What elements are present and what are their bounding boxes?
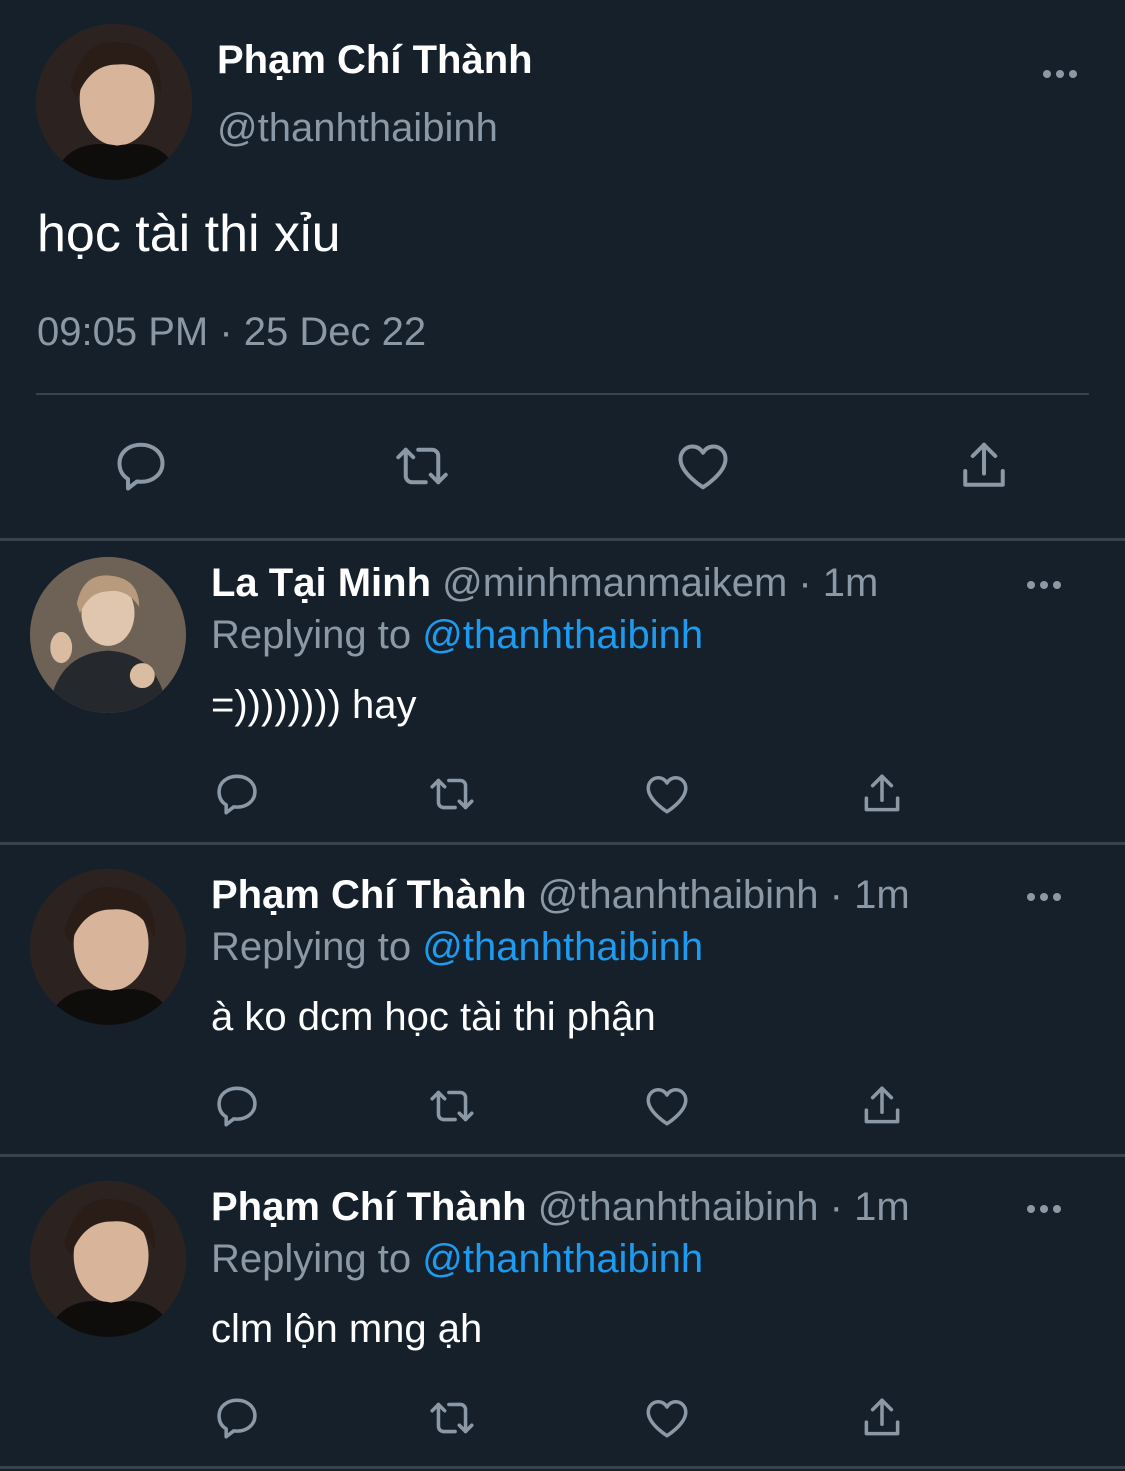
author-handle-time[interactable]: @minhmanmaikem · 1m <box>442 561 878 605</box>
tweet-text: clm lộn mng ạh <box>211 1307 483 1351</box>
reply-icon[interactable] <box>212 1393 262 1443</box>
like-icon[interactable] <box>642 769 692 819</box>
replying-to-label: Replying to <box>211 925 412 969</box>
reply-icon[interactable] <box>212 1081 262 1131</box>
more-options-icon[interactable] <box>1027 581 1061 589</box>
author-avatar[interactable] <box>36 24 192 180</box>
reply-icon[interactable] <box>212 769 262 819</box>
author-name[interactable]: Phạm Chí Thành <box>211 1185 527 1229</box>
author-avatar[interactable] <box>30 1181 186 1337</box>
reply-header: Phạm Chí Thành @thanhthaibinh · 1m <box>211 873 910 918</box>
divider <box>0 1466 1125 1469</box>
author-avatar[interactable] <box>30 869 186 1025</box>
divider <box>0 1154 1125 1157</box>
tweet-timestamp[interactable]: 09:05 PM · 25 Dec 22 <box>37 310 426 355</box>
reply-header: Phạm Chí Thành @thanhthaibinh · 1m <box>211 1185 910 1230</box>
retweet-icon[interactable] <box>427 1393 477 1443</box>
share-icon[interactable] <box>857 1393 907 1443</box>
tweet-text: học tài thi xỉu <box>37 205 341 263</box>
author-handle-time[interactable]: @thanhthaibinh · 1m <box>538 1185 910 1229</box>
profile-photo-icon <box>36 24 192 180</box>
divider <box>0 842 1125 845</box>
replying-to: Replying to @thanhthaibinh <box>211 613 703 658</box>
reply-tweet[interactable]: Phạm Chí Thành @thanhthaibinh · 1m Reply… <box>0 853 1125 1159</box>
reply-icon[interactable] <box>111 436 171 496</box>
author-avatar[interactable] <box>30 557 186 713</box>
more-options-icon[interactable] <box>1027 893 1061 901</box>
more-options-icon[interactable] <box>1043 70 1077 78</box>
author-name[interactable]: La Tại Minh <box>211 561 431 605</box>
share-icon[interactable] <box>857 1081 907 1131</box>
replying-to-mention[interactable]: @thanhthaibinh <box>422 1237 703 1281</box>
replying-to-label: Replying to <box>211 613 412 657</box>
replying-to-mention[interactable]: @thanhthaibinh <box>422 613 703 657</box>
reply-header: La Tại Minh @minhmanmaikem · 1m <box>211 561 878 606</box>
divider <box>36 393 1089 395</box>
author-handle[interactable]: @thanhthaibinh <box>217 106 498 151</box>
like-icon[interactable] <box>642 1393 692 1443</box>
author-handle-time[interactable]: @thanhthaibinh · 1m <box>538 873 910 917</box>
replying-to: Replying to @thanhthaibinh <box>211 1237 703 1282</box>
like-icon[interactable] <box>673 436 733 496</box>
tweet-text: =)))))))) hay <box>211 683 417 727</box>
replying-to: Replying to @thanhthaibinh <box>211 925 703 970</box>
profile-photo-icon <box>30 1181 186 1337</box>
main-tweet: Phạm Chí Thành @thanhthaibinh học tài th… <box>0 0 1125 540</box>
reply-tweet[interactable]: La Tại Minh @minhmanmaikem · 1m Replying… <box>0 541 1125 847</box>
share-icon[interactable] <box>954 436 1014 496</box>
retweet-icon[interactable] <box>427 1081 477 1131</box>
author-name[interactable]: Phạm Chí Thành <box>217 38 533 83</box>
tweet-text: à ko dcm học tài thi phận <box>211 995 656 1039</box>
profile-photo-icon <box>30 869 186 1025</box>
share-icon[interactable] <box>857 769 907 819</box>
like-icon[interactable] <box>642 1081 692 1131</box>
replying-to-mention[interactable]: @thanhthaibinh <box>422 925 703 969</box>
more-options-icon[interactable] <box>1027 1205 1061 1213</box>
reply-tweet[interactable]: Phạm Chí Thành @thanhthaibinh · 1m Reply… <box>0 1165 1125 1471</box>
replying-to-label: Replying to <box>211 1237 412 1281</box>
retweet-icon[interactable] <box>392 436 452 496</box>
retweet-icon[interactable] <box>427 769 477 819</box>
profile-photo-icon <box>30 557 186 713</box>
author-name[interactable]: Phạm Chí Thành <box>211 873 527 917</box>
